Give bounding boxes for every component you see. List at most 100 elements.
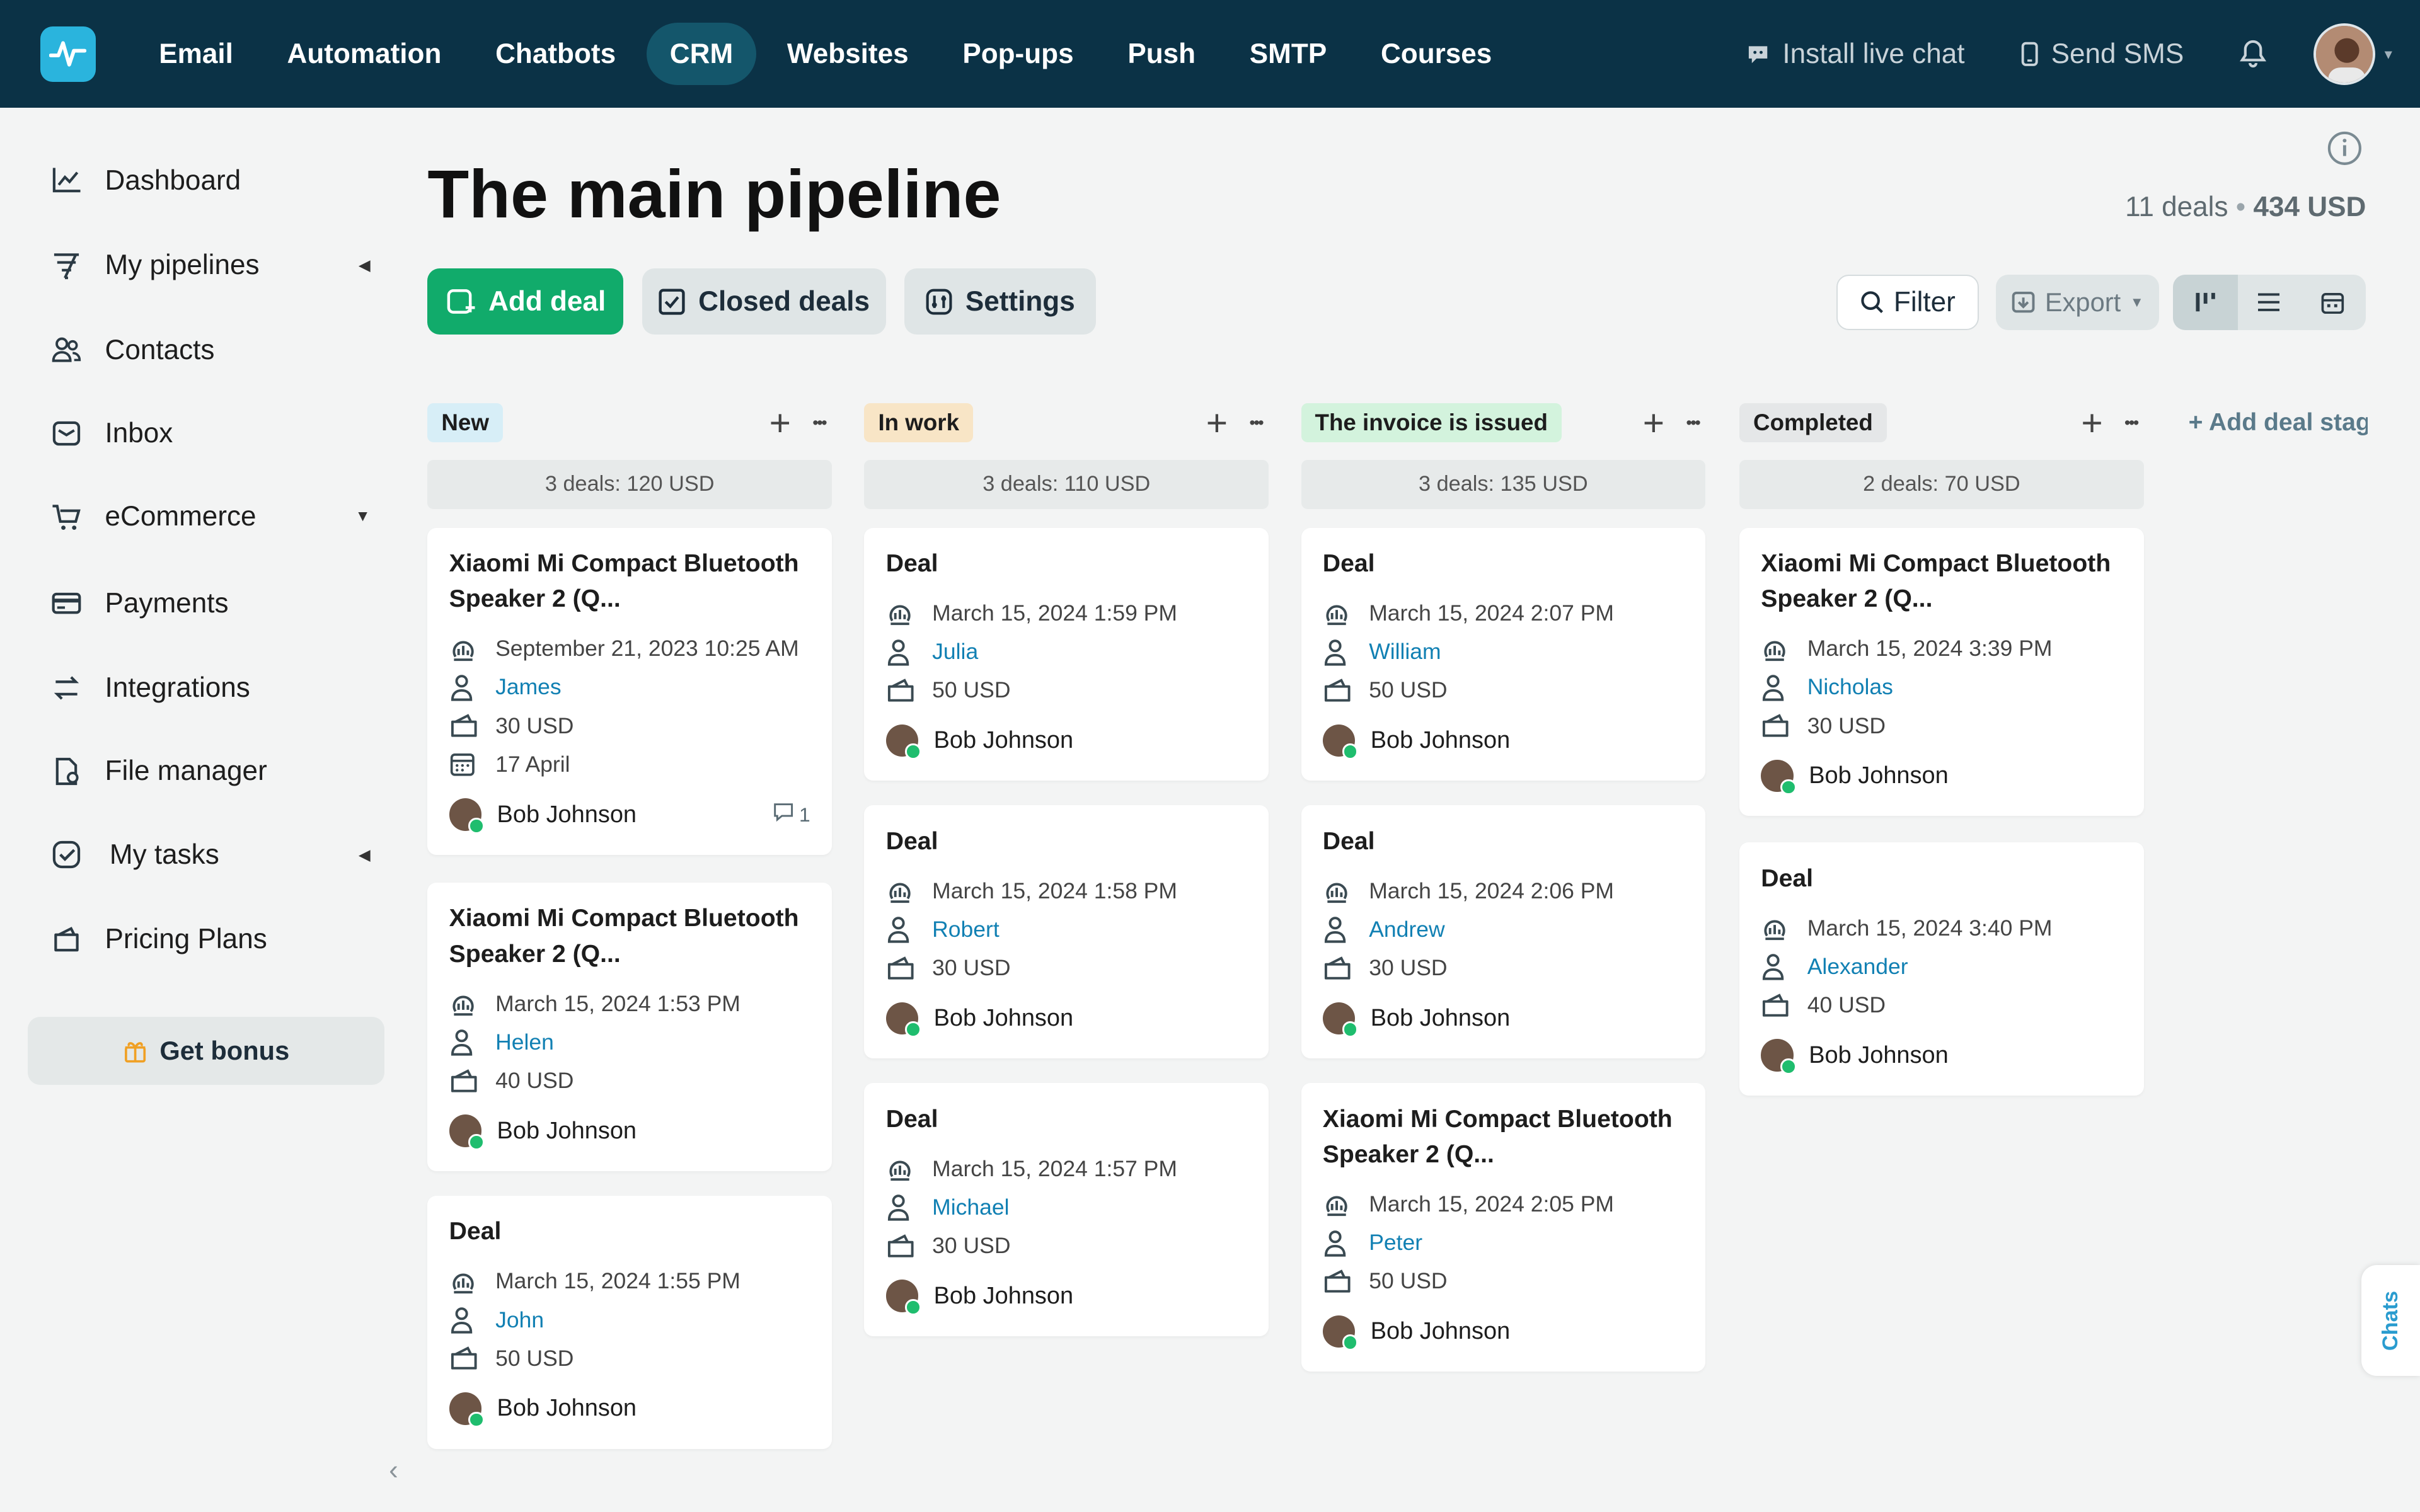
add-deal-button[interactable]: Add deal: [427, 268, 624, 335]
sidebar-item-contacts[interactable]: Contacts: [49, 333, 370, 367]
deal-card[interactable]: Deal March 15, 2024 1:58 PM Robert 30 USD Bo…: [864, 805, 1269, 1058]
sidebar-item-integrations[interactable]: Integrations: [49, 671, 370, 705]
deal-title[interactable]: Deal: [1323, 824, 1684, 859]
nav-smtp[interactable]: SMTP: [1226, 23, 1350, 85]
deal-date-row: March 15, 2024 3:40 PM: [1761, 908, 2122, 947]
deal-title[interactable]: Deal: [1323, 546, 1684, 581]
nav-popups[interactable]: Pop-ups: [940, 23, 1097, 85]
deal-contact-row: Michael: [886, 1188, 1247, 1227]
owner-name: Bob Johnson: [1370, 1317, 1511, 1344]
collapse-sidebar-icon[interactable]: ‹: [389, 1455, 398, 1486]
deal-contact-link[interactable]: Helen: [495, 1029, 554, 1055]
deal-date: March 15, 2024 2:06 PM: [1369, 878, 1614, 903]
deal-title[interactable]: Xiaomi Mi Compact Bluetooth Speaker 2 (Q…: [449, 901, 810, 972]
chats-tab[interactable]: Chats: [2361, 1265, 2420, 1377]
deal-card[interactable]: Deal March 15, 2024 2:06 PM Andrew 30 USD Bo…: [1301, 805, 1706, 1058]
deal-title[interactable]: Deal: [886, 546, 1247, 581]
nav-chatbots[interactable]: Chatbots: [472, 23, 638, 85]
app-logo[interactable]: [40, 26, 96, 82]
sidebar-item-file-manager[interactable]: File manager: [49, 755, 370, 789]
deal-contact-link[interactable]: Andrew: [1369, 917, 1444, 942]
deal-contact-link[interactable]: John: [495, 1307, 544, 1333]
deal-owner: Bob Johnson: [1322, 997, 1684, 1040]
deal-title[interactable]: Xiaomi Mi Compact Bluetooth Speaker 2 (Q…: [449, 546, 810, 617]
closed-deals-button[interactable]: Closed deals: [642, 268, 886, 335]
filter-button[interactable]: Filter: [1836, 274, 1979, 331]
deal-title[interactable]: Xiaomi Mi Compact Bluetooth Speaker 2 (Q…: [1323, 1102, 1684, 1173]
sidebar-item-pricing-plans[interactable]: Pricing Plans: [49, 922, 370, 956]
add-deal-to-stage-icon[interactable]: +: [1206, 404, 1228, 442]
sidebar-item-dashboard[interactable]: Dashboard: [49, 164, 370, 198]
list-view-toggle[interactable]: [2238, 274, 2300, 331]
deal-title[interactable]: Deal: [1761, 861, 2122, 896]
deal-contact-link[interactable]: Julia: [932, 639, 978, 665]
more-options-icon[interactable]: •••: [1686, 413, 1700, 433]
deal-card[interactable]: Deal March 15, 2024 3:40 PM Alexander 40 US…: [1739, 842, 2144, 1096]
deal-contact-link[interactable]: Peter: [1369, 1230, 1422, 1256]
chevron-down-icon[interactable]: ▾: [2385, 45, 2392, 64]
owner-avatar: [449, 1392, 485, 1428]
sidebar-item-payments[interactable]: Payments: [49, 587, 370, 621]
deal-card[interactable]: Deal March 15, 2024 2:07 PM William 50 USD B…: [1301, 527, 1706, 781]
wallet-icon: [886, 677, 923, 704]
deal-title[interactable]: Xiaomi Mi Compact Bluetooth Speaker 2 (Q…: [1761, 546, 2122, 617]
deal-contact-link[interactable]: William: [1369, 639, 1441, 665]
get-bonus-button[interactable]: Get bonus: [28, 1016, 384, 1085]
more-options-icon[interactable]: •••: [2124, 413, 2139, 433]
add-deal-to-stage-icon[interactable]: +: [769, 404, 791, 442]
deal-contact-row: Julia: [886, 633, 1247, 671]
deal-card[interactable]: Deal March 15, 2024 1:55 PM John 50 USD Bob …: [427, 1195, 832, 1449]
owner-name: Bob Johnson: [497, 1395, 637, 1422]
nav-automation[interactable]: Automation: [264, 23, 464, 85]
deal-card[interactable]: Xiaomi Mi Compact Bluetooth Speaker 2 (Q…: [1301, 1083, 1706, 1372]
deal-title[interactable]: Deal: [886, 824, 1247, 859]
deal-contact-link[interactable]: James: [495, 674, 562, 700]
more-options-icon[interactable]: •••: [812, 413, 827, 433]
kanban-view-toggle[interactable]: [2173, 274, 2238, 331]
add-deal-to-stage-icon[interactable]: +: [2081, 404, 2102, 442]
comments-count[interactable]: 1: [773, 802, 810, 827]
deal-title[interactable]: Deal: [449, 1214, 810, 1249]
info-icon[interactable]: [2326, 130, 2363, 173]
chat-bubble-icon: [1748, 46, 1767, 64]
deal-amount-row: 50 USD: [886, 671, 1247, 709]
deal-card[interactable]: Deal March 15, 2024 1:59 PM Julia 50 USD Bob…: [864, 527, 1269, 781]
deal-card[interactable]: Xiaomi Mi Compact Bluetooth Speaker 2 (Q…: [1739, 527, 2144, 816]
nav-websites[interactable]: Websites: [764, 23, 931, 85]
deal-card[interactable]: Deal March 15, 2024 1:57 PM Michael 30 USD B…: [864, 1083, 1269, 1336]
inbox-icon: [49, 416, 83, 450]
person-icon: [1323, 1229, 1360, 1257]
settings-button[interactable]: Settings: [904, 268, 1096, 335]
export-button[interactable]: Export ▼: [1995, 274, 2160, 331]
deal-card[interactable]: Xiaomi Mi Compact Bluetooth Speaker 2 (Q…: [427, 527, 832, 855]
add-deal-stage-button[interactable]: + Add deal stage: [2189, 409, 2368, 437]
sidebar-item-ecommerce[interactable]: eCommerce ▼: [49, 500, 371, 534]
deal-contact-link[interactable]: Robert: [932, 917, 1000, 942]
install-live-chat-link[interactable]: Install live chat: [1746, 38, 1964, 70]
owner-avatar: [1761, 1039, 1797, 1075]
user-avatar[interactable]: [2313, 23, 2375, 85]
sidebar-item-label: Inbox: [105, 418, 173, 449]
nav-email[interactable]: Email: [136, 23, 256, 85]
nav-push[interactable]: Push: [1105, 23, 1219, 85]
deal-amount: 30 USD: [1807, 713, 1886, 738]
filter-label: Filter: [1893, 287, 1956, 318]
bell-icon[interactable]: [2239, 38, 2267, 69]
owner-avatar: [1322, 724, 1359, 760]
send-sms-link[interactable]: Send SMS: [2020, 38, 2184, 70]
calendar-view-toggle[interactable]: [2300, 274, 2366, 331]
sidebar-item-inbox[interactable]: Inbox: [49, 416, 370, 450]
owner-avatar: [1761, 760, 1797, 796]
deal-contact-link[interactable]: Alexander: [1807, 954, 1908, 980]
nav-crm[interactable]: CRM: [647, 23, 756, 86]
deal-card[interactable]: Xiaomi Mi Compact Bluetooth Speaker 2 (Q…: [427, 882, 832, 1171]
nav-courses[interactable]: Courses: [1357, 23, 1515, 85]
sidebar-item-my-tasks[interactable]: My tasks ◀: [49, 838, 371, 872]
more-options-icon[interactable]: •••: [1249, 413, 1264, 433]
deal-title[interactable]: Deal: [886, 1102, 1247, 1137]
add-deal-to-stage-icon[interactable]: +: [1643, 404, 1664, 442]
sidebar-item-my-pipelines[interactable]: My pipelines ◀: [49, 248, 371, 282]
deal-contact-link[interactable]: Nicholas: [1807, 674, 1893, 700]
deal-contact-link[interactable]: Michael: [932, 1194, 1009, 1220]
gift-icon: [124, 1042, 146, 1063]
